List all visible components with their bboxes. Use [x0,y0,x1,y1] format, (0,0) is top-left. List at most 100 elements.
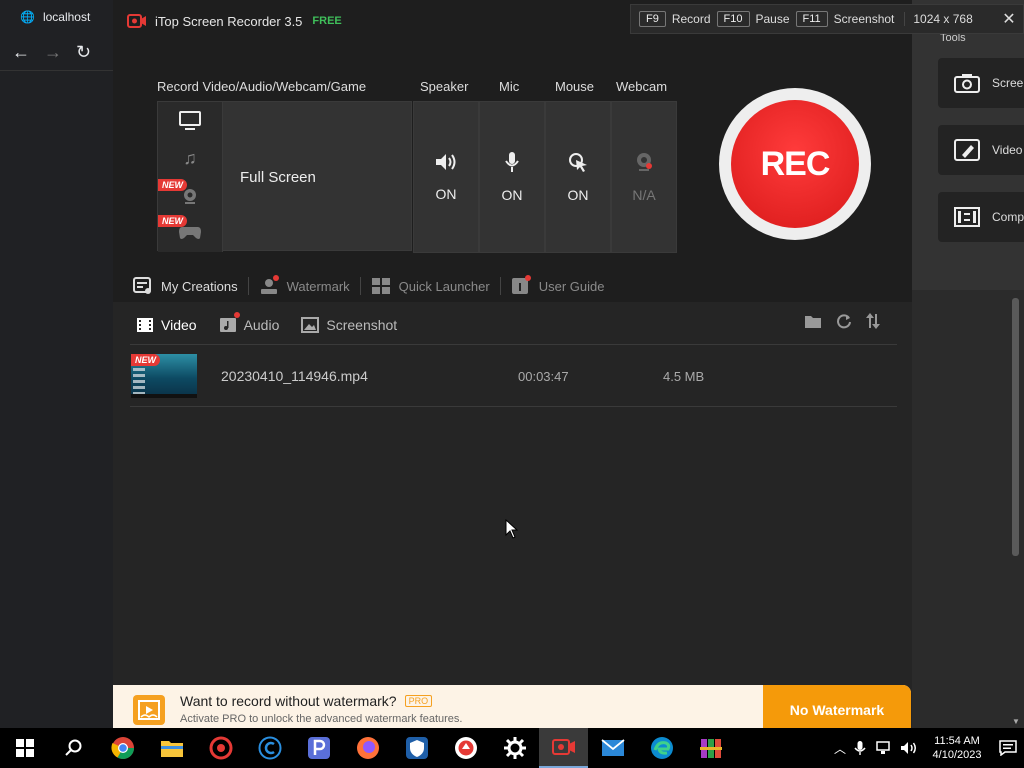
list-toolbar [804,313,880,329]
tab-screenshot[interactable]: Screenshot [301,314,397,336]
app-logo-icon [127,14,146,28]
compress-icon [954,207,980,227]
gear-icon [503,737,526,759]
chevron-up-icon[interactable]: ︿ [834,740,846,757]
folder-icon[interactable] [804,313,822,329]
taskbar-shield-app[interactable] [392,728,441,768]
image-icon [301,317,320,333]
forward-arrow-icon[interactable]: → [44,42,62,63]
taskbar-app-red[interactable] [196,728,245,768]
speaker-toggle[interactable]: ON [413,101,479,253]
microphone-tray-icon[interactable] [854,740,866,756]
taskbar-winrar[interactable] [686,728,735,768]
rec-button[interactable]: REC [719,88,871,240]
shield-icon [405,737,428,759]
tools-scrollbar[interactable]: ▼ [1009,290,1022,728]
tab-my-creations[interactable]: My Creations [133,277,249,295]
hotkey-screenshot-key: F11 [795,11,828,27]
resolution-label: 1024 x 768 [904,12,980,26]
taskbar-brave[interactable] [441,728,490,768]
search-button[interactable] [49,728,98,768]
record-source-panel: ♫ NEW NEW Full Screen [157,101,430,252]
tab-quick-launcher[interactable]: Quick Launcher [361,277,501,295]
file-size: 4.5 MB [663,369,705,384]
speaker-label: Speaker [420,79,469,94]
archive-icon [699,739,722,758]
mic-label: Mic [499,79,520,94]
refresh-icon[interactable] [836,313,852,329]
mail-icon [600,739,625,756]
notification-dot [524,275,531,281]
notification-dot [233,312,240,318]
no-watermark-button[interactable]: No Watermark [763,685,911,734]
chrome-icon [110,737,134,759]
new-badge: NEW [158,179,187,191]
folder-app-icon [160,741,183,757]
hotkey-screenshot-label: Screenshot [833,12,895,26]
tab-video[interactable]: Video [136,314,197,336]
volume-icon[interactable] [900,741,918,755]
back-arrow-icon[interactable]: ← [12,42,30,63]
tab-label: Audio [243,317,280,333]
source-audio[interactable]: ♫ [158,140,222,178]
close-icon[interactable]: ✕ [995,9,1023,29]
edition-badge: FREE [312,15,342,27]
rec-button-face: REC [731,100,859,228]
monitor-icon [179,111,201,130]
tool-card-compress[interactable]: Comp [938,192,1024,242]
tab-audio[interactable]: Audio [219,312,280,336]
taskbar: ︿ 11:54 AM 4/10/2023 [0,728,1024,768]
taskbar-file-explorer[interactable] [147,728,196,768]
mic-status: ON [501,187,523,203]
taskbar-settings[interactable] [490,728,539,768]
tool-card-label: Video [992,143,1023,157]
network-icon[interactable] [874,741,892,755]
tool-card-screenshot[interactable]: Screen [938,58,1024,108]
rec-label: REC [760,144,831,183]
tool-card-video-editor[interactable]: Video [938,125,1024,175]
taskbar-mail[interactable] [588,728,637,768]
taskbar-firefox[interactable] [343,728,392,768]
browser-nav: ← → ↻ [0,36,113,68]
tab-watermark[interactable]: Watermark [249,275,361,295]
hotkey-pause-label: Pause [755,12,790,26]
mic-icon [505,152,519,172]
start-button[interactable] [0,728,49,768]
hotkey-bar: F9 Record F10 Pause F11 Screenshot 1024 … [630,4,1024,34]
browser-tab-title: localhost [42,10,91,24]
notification-center[interactable] [992,728,1024,768]
notification-dot [272,275,279,281]
recorder-app-icon [551,739,575,755]
mouse-label: Mouse [555,79,595,94]
browser-tab[interactable]: 🌐 localhost [8,3,112,31]
taskbar-app-p[interactable] [294,728,343,768]
capture-mode-value: Full Screen [240,168,316,186]
promo-title: Want to record without watermark? PRO [180,693,433,709]
audio-file-icon [219,318,236,332]
reload-icon[interactable]: ↻ [76,42,91,63]
taskbar-edge[interactable] [637,728,686,768]
mic-toggle[interactable]: ON [479,101,545,253]
speaker-status: ON [435,186,457,202]
sort-icon[interactable] [866,313,880,329]
new-badge: NEW [131,354,160,366]
windows-logo-icon [15,739,34,757]
tab-user-guide[interactable]: User Guide [501,275,615,295]
taskbar-itop-recorder[interactable] [539,728,588,768]
capture-mode-dropdown[interactable]: Full Screen [222,102,440,252]
mouse-toggle[interactable]: ON [545,101,611,253]
webcam-toggle[interactable]: N/A [611,101,677,253]
tab-label: Video [161,317,197,333]
clock[interactable]: 11:54 AM 4/10/2023 [926,734,988,762]
taskbar-chrome[interactable] [98,728,147,768]
edge-icon [650,737,673,759]
app-icon [209,736,232,760]
camera-icon [954,74,980,93]
source-screen[interactable] [158,102,222,141]
film-icon [137,318,153,332]
taskbar-app-c[interactable] [245,728,294,768]
webcam-status: N/A [632,187,656,203]
grid-icon [371,278,390,294]
search-icon [64,739,81,756]
table-row: NEW 20230410_114946.mp4 00:03:47 4.5 MB [130,346,897,406]
